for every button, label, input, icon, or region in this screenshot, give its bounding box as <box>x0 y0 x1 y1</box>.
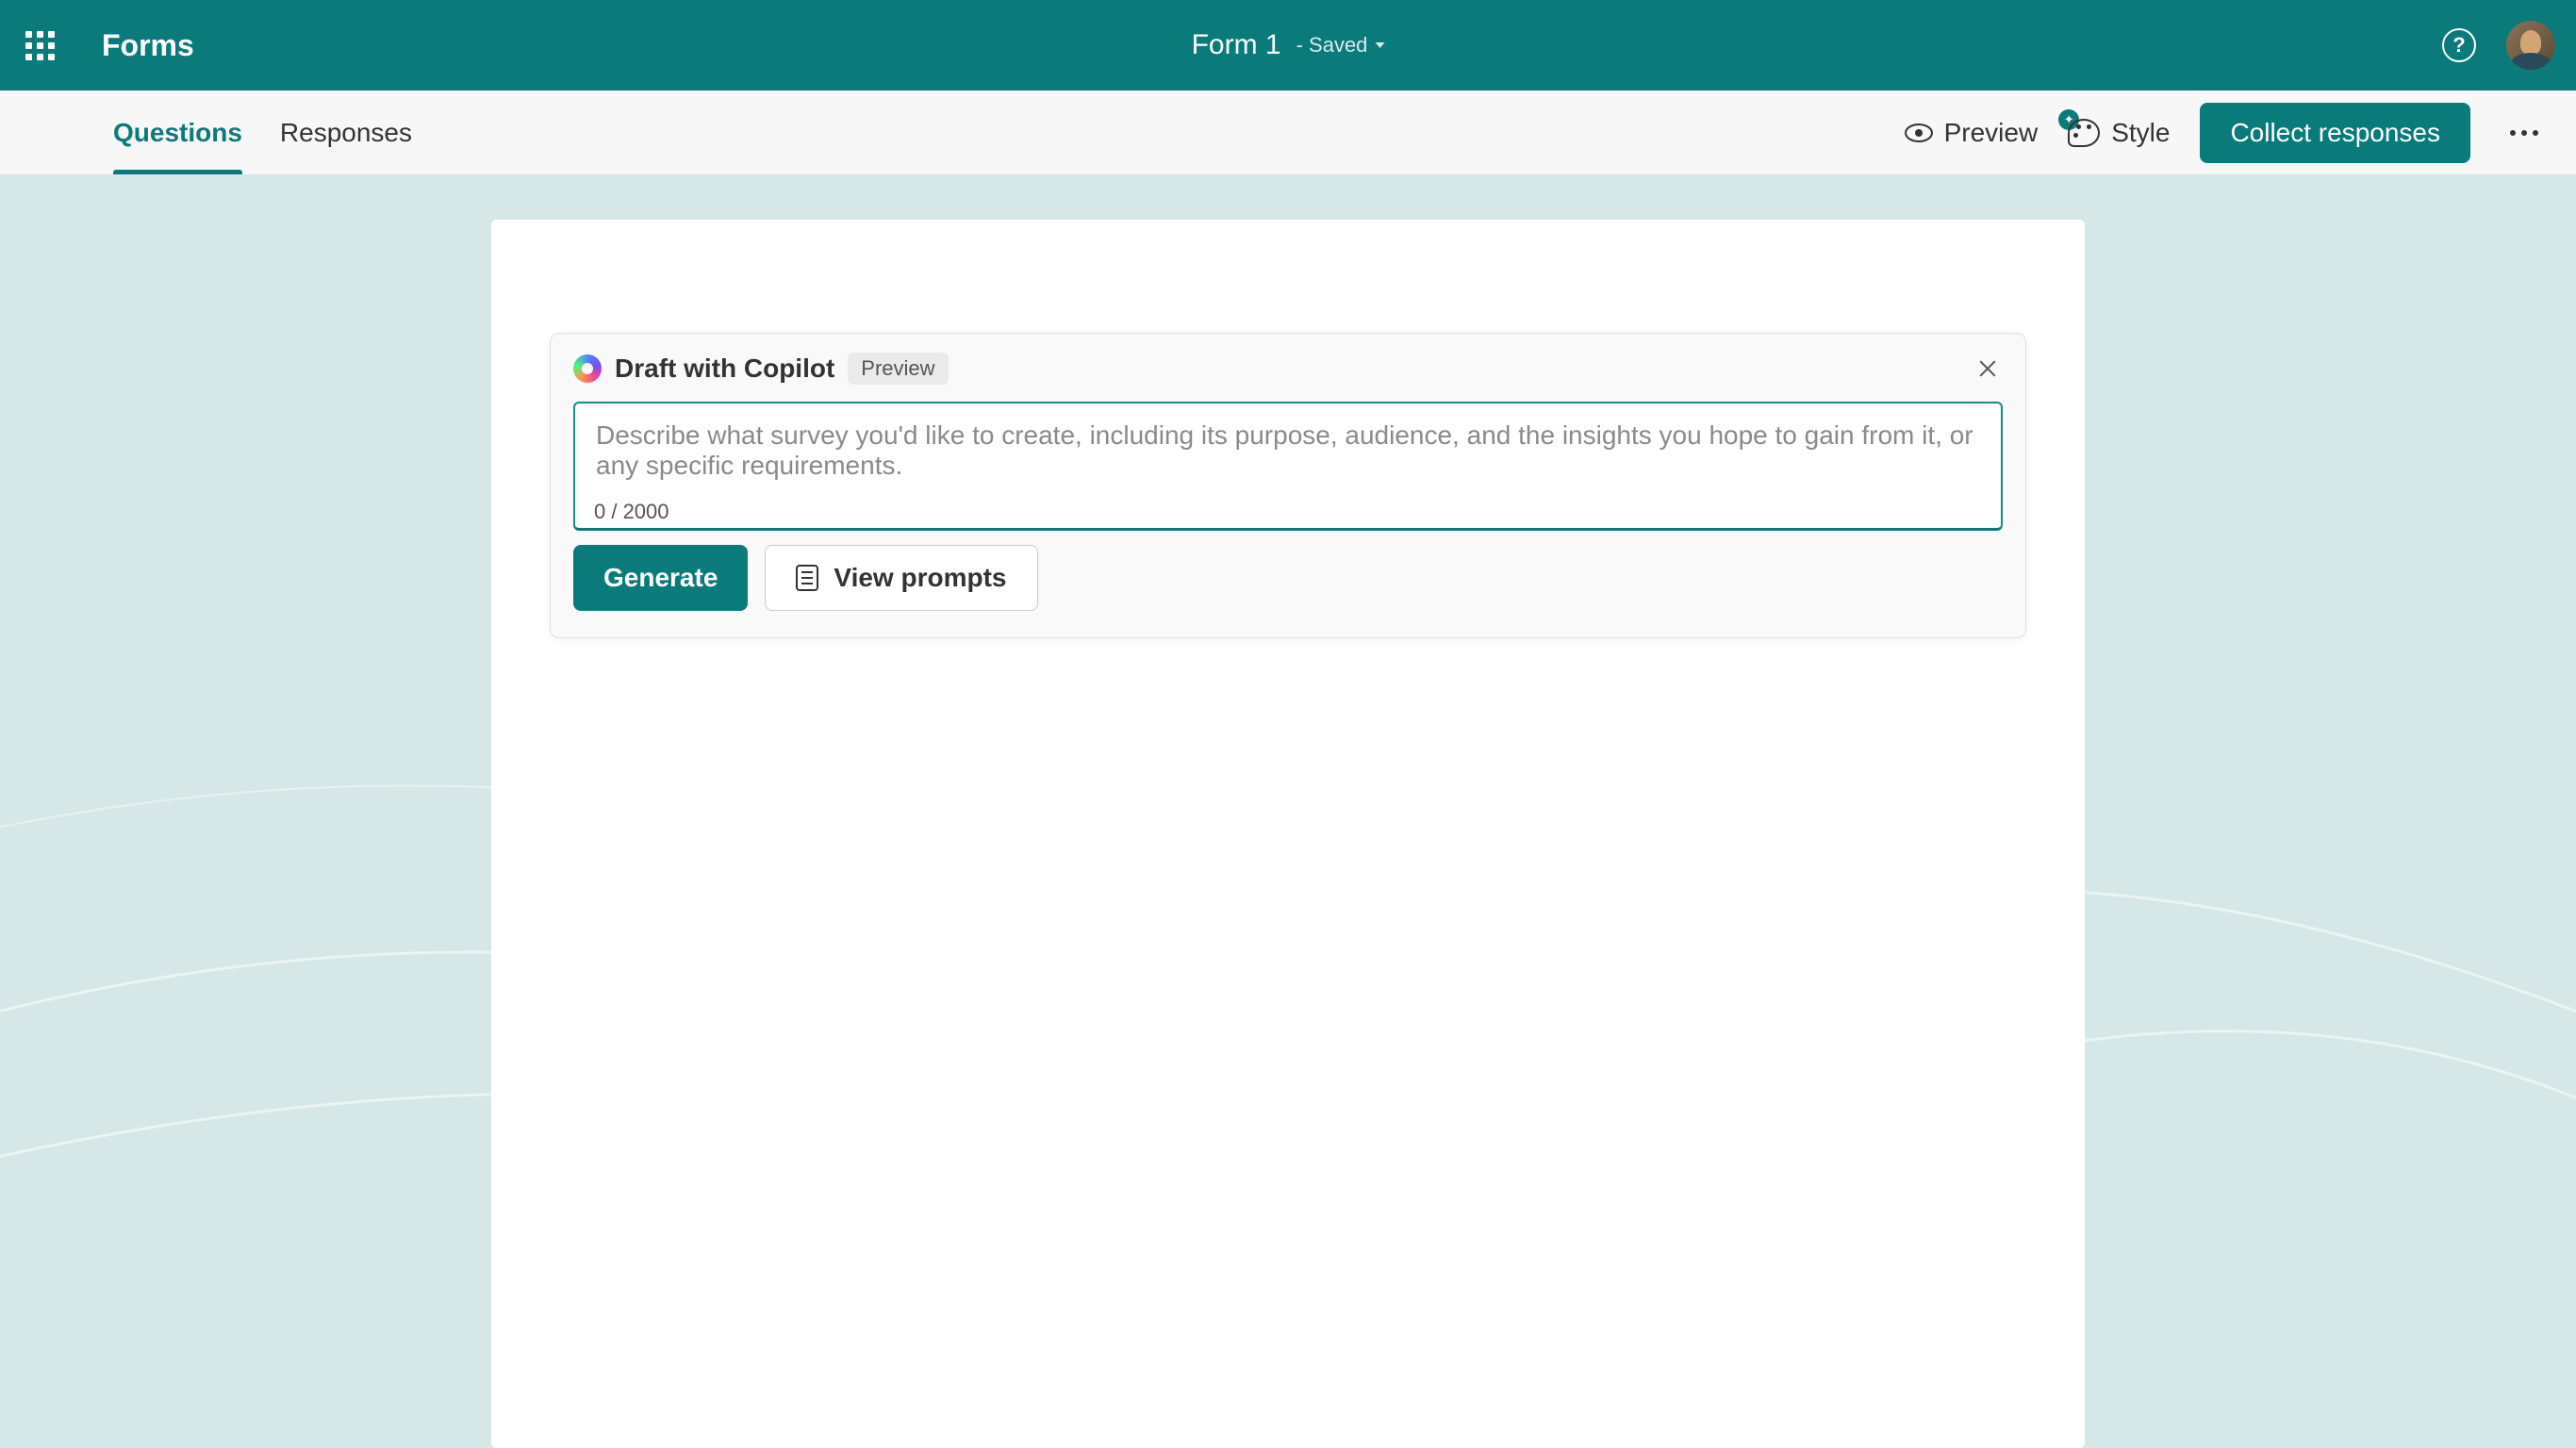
style-button[interactable]: ✦ Style <box>2068 118 2170 148</box>
preview-label: Preview <box>1944 118 2039 148</box>
header-center: Form 1 - Saved <box>1192 29 1385 61</box>
saved-status-label: - Saved <box>1296 33 1368 58</box>
app-launcher-button[interactable] <box>21 26 58 64</box>
copilot-title: Draft with Copilot <box>615 354 834 384</box>
copilot-card: Draft with Copilot Preview 0 / 2000 Gene… <box>550 333 2026 638</box>
header-right: ? <box>2442 21 2555 70</box>
view-prompts-button[interactable]: View prompts <box>765 545 1037 611</box>
generate-button[interactable]: Generate <box>573 545 748 611</box>
collect-responses-button[interactable]: Collect responses <box>2200 103 2470 163</box>
canvas-wrapper: Draft with Copilot Preview 0 / 2000 Gene… <box>0 174 2576 1448</box>
help-button[interactable]: ? <box>2442 28 2476 62</box>
tab-responses[interactable]: Responses <box>280 90 412 174</box>
palette-icon <box>2068 119 2100 147</box>
preview-badge: Preview <box>848 353 948 385</box>
form-canvas: Draft with Copilot Preview 0 / 2000 Gene… <box>491 220 2085 1448</box>
list-icon <box>796 565 818 591</box>
style-icon-wrapper: ✦ <box>2068 119 2100 147</box>
copilot-icon <box>573 354 602 383</box>
tab-questions[interactable]: Questions <box>113 90 242 174</box>
user-avatar[interactable] <box>2506 21 2555 70</box>
preview-button[interactable]: Preview <box>1905 118 2039 148</box>
toolbar: Questions Responses Preview ✦ Style Coll… <box>0 90 2576 174</box>
app-name: Forms <box>102 28 194 63</box>
more-options-button[interactable] <box>2501 121 2548 145</box>
close-copilot-button[interactable] <box>1973 354 2003 384</box>
copilot-prompt-input[interactable] <box>573 402 2003 531</box>
saved-status[interactable]: - Saved <box>1296 33 1385 58</box>
view-prompts-label: View prompts <box>834 563 1006 593</box>
copilot-actions: Generate View prompts <box>573 545 2003 611</box>
waffle-icon <box>25 31 55 60</box>
copilot-header: Draft with Copilot Preview <box>573 353 2003 385</box>
tabs: Questions Responses <box>113 90 412 174</box>
app-header: Forms Form 1 - Saved ? <box>0 0 2576 90</box>
style-label: Style <box>2111 118 2170 148</box>
toolbar-right: Preview ✦ Style Collect responses <box>1905 103 2548 163</box>
eye-icon <box>1905 123 1933 142</box>
chevron-down-icon <box>1375 42 1384 48</box>
form-title[interactable]: Form 1 <box>1192 29 1281 61</box>
